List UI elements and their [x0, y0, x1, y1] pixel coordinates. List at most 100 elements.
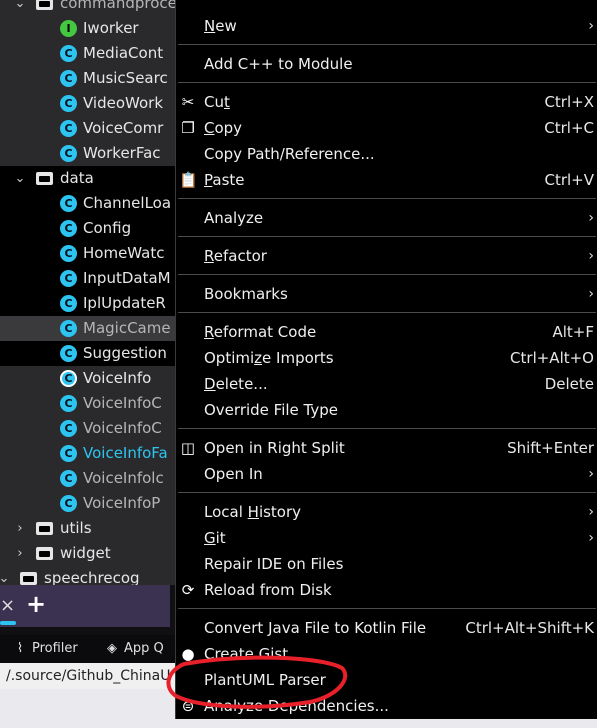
menu-item-shortcut: Ctrl+X — [544, 93, 594, 111]
chevron-right-icon: › — [588, 504, 594, 520]
menu-item-cut[interactable]: ✂ Cut Ctrl+X — [176, 89, 597, 115]
clipboard-icon: 📋 — [179, 171, 198, 189]
chevron-right-icon[interactable]: › — [14, 516, 26, 541]
class-icon: C — [60, 120, 77, 137]
class-icon: C — [60, 445, 77, 462]
menu-item-bookmarks[interactable]: Bookmarks › — [176, 281, 597, 307]
class-icon: C — [60, 195, 77, 212]
menu-item-label: Local History — [204, 503, 302, 521]
class-icon: C — [60, 45, 77, 62]
chevron-down-icon[interactable]: ⌄ — [14, 166, 26, 191]
menu-item-copy-path-reference[interactable]: Copy Path/Reference... — [176, 141, 597, 167]
menu-item-new[interactable]: New › — [176, 13, 597, 39]
menu-item-repair-ide-on-files[interactable]: Repair IDE on Files — [176, 551, 597, 577]
tree-item-label: data — [60, 169, 94, 187]
class-icon: C — [60, 395, 77, 412]
chevron-right-icon: › — [588, 210, 594, 226]
dependencies-icon: ⊜ — [181, 697, 195, 715]
folder-icon — [36, 172, 53, 185]
tree-item-label: VoiceComr — [83, 119, 164, 137]
app-inspection-button[interactable]: ◈ App Q — [104, 635, 164, 663]
tree-item-label: VoiceInfoFa — [83, 444, 168, 462]
chevron-right-icon[interactable]: › — [14, 541, 26, 566]
menu-item-delete[interactable]: Delete... Delete — [176, 371, 597, 397]
profiler-button[interactable]: ⌇ Profiler — [12, 635, 78, 663]
menu-item-label: Reload from Disk — [204, 581, 332, 599]
active-tab-indicator — [0, 621, 16, 625]
class-icon: C — [60, 220, 77, 237]
class-icon: C — [60, 295, 77, 312]
menu-item-label: PlantUML Parser — [204, 671, 326, 689]
menu-separator — [178, 198, 596, 199]
tree-item-label: IplUpdateR — [83, 294, 166, 312]
menu-item-label: Convert Java File to Kotlin File — [204, 619, 427, 637]
menu-item-label: Repair IDE on Files — [204, 555, 344, 573]
menu-item-label: Copy — [204, 119, 243, 137]
tree-item-label: utils — [60, 519, 92, 537]
menu-item-copy[interactable]: ❐ Copy Ctrl+C — [176, 115, 597, 141]
menu-item-plantuml-parser[interactable]: PlantUML Parser — [176, 667, 597, 693]
tree-item-label: VideoWork — [83, 94, 164, 112]
menu-item-optimize-imports[interactable]: Optimize Imports Ctrl+Alt+O — [176, 345, 597, 371]
tree-item-label: Suggestion — [83, 344, 167, 362]
menu-item-git[interactable]: Git › — [176, 525, 597, 551]
menu-item-reload-from-disk[interactable]: ⟳ Reload from Disk — [176, 577, 597, 603]
menu-item-convert-java-to-kotlin[interactable]: Convert Java File to Kotlin File Ctrl+Alt… — [176, 615, 597, 641]
class-icon: C — [60, 145, 77, 162]
interface-icon: I — [60, 20, 77, 37]
menu-separator — [178, 44, 596, 45]
menu-item-reformat-code[interactable]: Reformat Code Alt+F — [176, 319, 597, 345]
menu-item-label: Bookmarks — [204, 285, 288, 303]
menu-item-label: Copy Path/Reference... — [204, 145, 375, 163]
menu-item-add-cpp-to-module[interactable]: Add C++ to Module — [176, 51, 597, 77]
menu-item-label: Reformat Code — [204, 323, 317, 341]
folder-icon — [36, 522, 53, 535]
chevron-down-icon[interactable]: ⌄ — [14, 0, 26, 16]
class-icon: C — [60, 470, 77, 487]
menu-item-label: Override File Type — [204, 401, 338, 419]
menu-separator — [178, 82, 596, 83]
chevron-right-icon: › — [588, 466, 594, 482]
menu-item-override-file-type[interactable]: Override File Type — [176, 397, 597, 423]
menu-item-paste[interactable]: 📋 Paste Ctrl+V — [176, 167, 597, 193]
tree-item-label: VoiceInfoP — [83, 494, 161, 512]
menu-item-open-in[interactable]: Open In › — [176, 461, 597, 487]
menu-item-analyze[interactable]: Analyze › — [176, 205, 597, 231]
class-icon: C — [60, 495, 77, 512]
menu-separator — [178, 492, 596, 493]
profiler-icon: ⌇ — [16, 641, 24, 656]
menu-item-label: Open In — [204, 465, 263, 483]
tree-item-label: widget — [60, 544, 111, 562]
tool-window-tabbar: × + — [0, 585, 170, 627]
class-icon: C — [60, 320, 77, 337]
tree-item-label: Config — [83, 219, 132, 237]
menu-item-create-gist[interactable]: ● Create Gist... — [176, 641, 597, 667]
menu-item-refactor[interactable]: Refactor › — [176, 243, 597, 269]
menu-item-open-in-right-split[interactable]: ◫ Open in Right Split Shift+Enter — [176, 435, 597, 461]
tree-item-label: WorkerFac — [83, 144, 161, 162]
menu-item-label: New — [204, 17, 237, 35]
add-tab-button[interactable]: + — [26, 590, 46, 618]
chevron-right-icon: › — [588, 286, 594, 302]
menu-item-shortcut: Alt+F — [552, 323, 594, 341]
menu-item-label: Cut — [204, 93, 230, 111]
project-path: /.source/Github_ChinaU — [6, 668, 171, 684]
chevron-right-icon: › — [588, 530, 594, 546]
menu-item-analyze-dependencies[interactable]: ⊜ Analyze Dependencies... — [176, 693, 597, 719]
menu-item-local-history[interactable]: Local History › — [176, 499, 597, 525]
context-menu: New › Add C++ to Module ✂ Cut Ctrl+X ❐ Copy Ctrl… — [175, 0, 597, 719]
class-icon: C — [60, 245, 77, 262]
folder-icon — [36, 0, 53, 10]
tree-item-label: VoiceInfoC — [83, 419, 162, 437]
menu-item-shortcut: Delete — [544, 375, 594, 393]
copy-icon: ❐ — [181, 119, 195, 137]
menu-separator — [178, 274, 596, 275]
menu-item-label: Analyze — [204, 209, 264, 227]
tree-item-label: InputDataM — [83, 269, 171, 287]
close-tab-icon[interactable]: × — [0, 595, 15, 616]
menu-separator — [178, 312, 596, 313]
reload-icon: ⟳ — [181, 581, 195, 599]
class-icon: C — [60, 420, 77, 437]
tree-item-label: Iworker — [83, 19, 139, 37]
menu-separator — [178, 428, 596, 429]
